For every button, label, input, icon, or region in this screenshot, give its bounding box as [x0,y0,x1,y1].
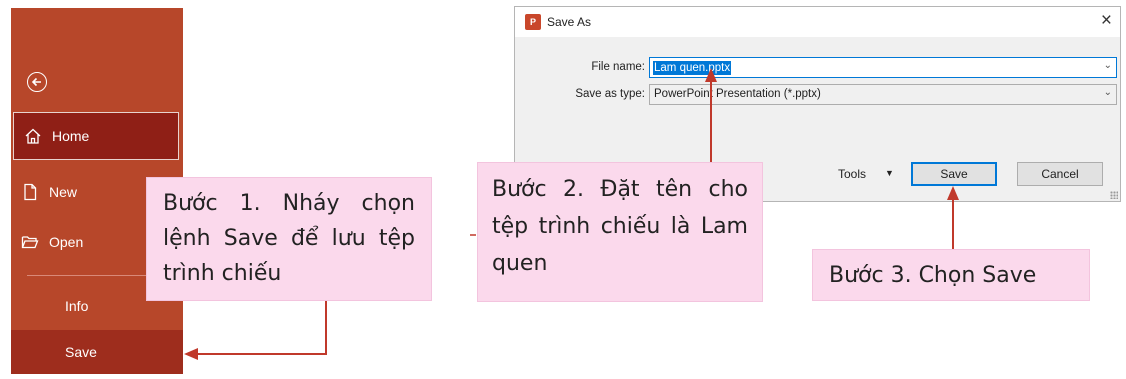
arrow-step-1-head [184,348,198,360]
arrow-step-2-head [705,68,717,82]
arrow-step-3-head [947,186,959,200]
annotation-arrows [184,68,959,360]
arrow-step-1 [196,301,327,355]
